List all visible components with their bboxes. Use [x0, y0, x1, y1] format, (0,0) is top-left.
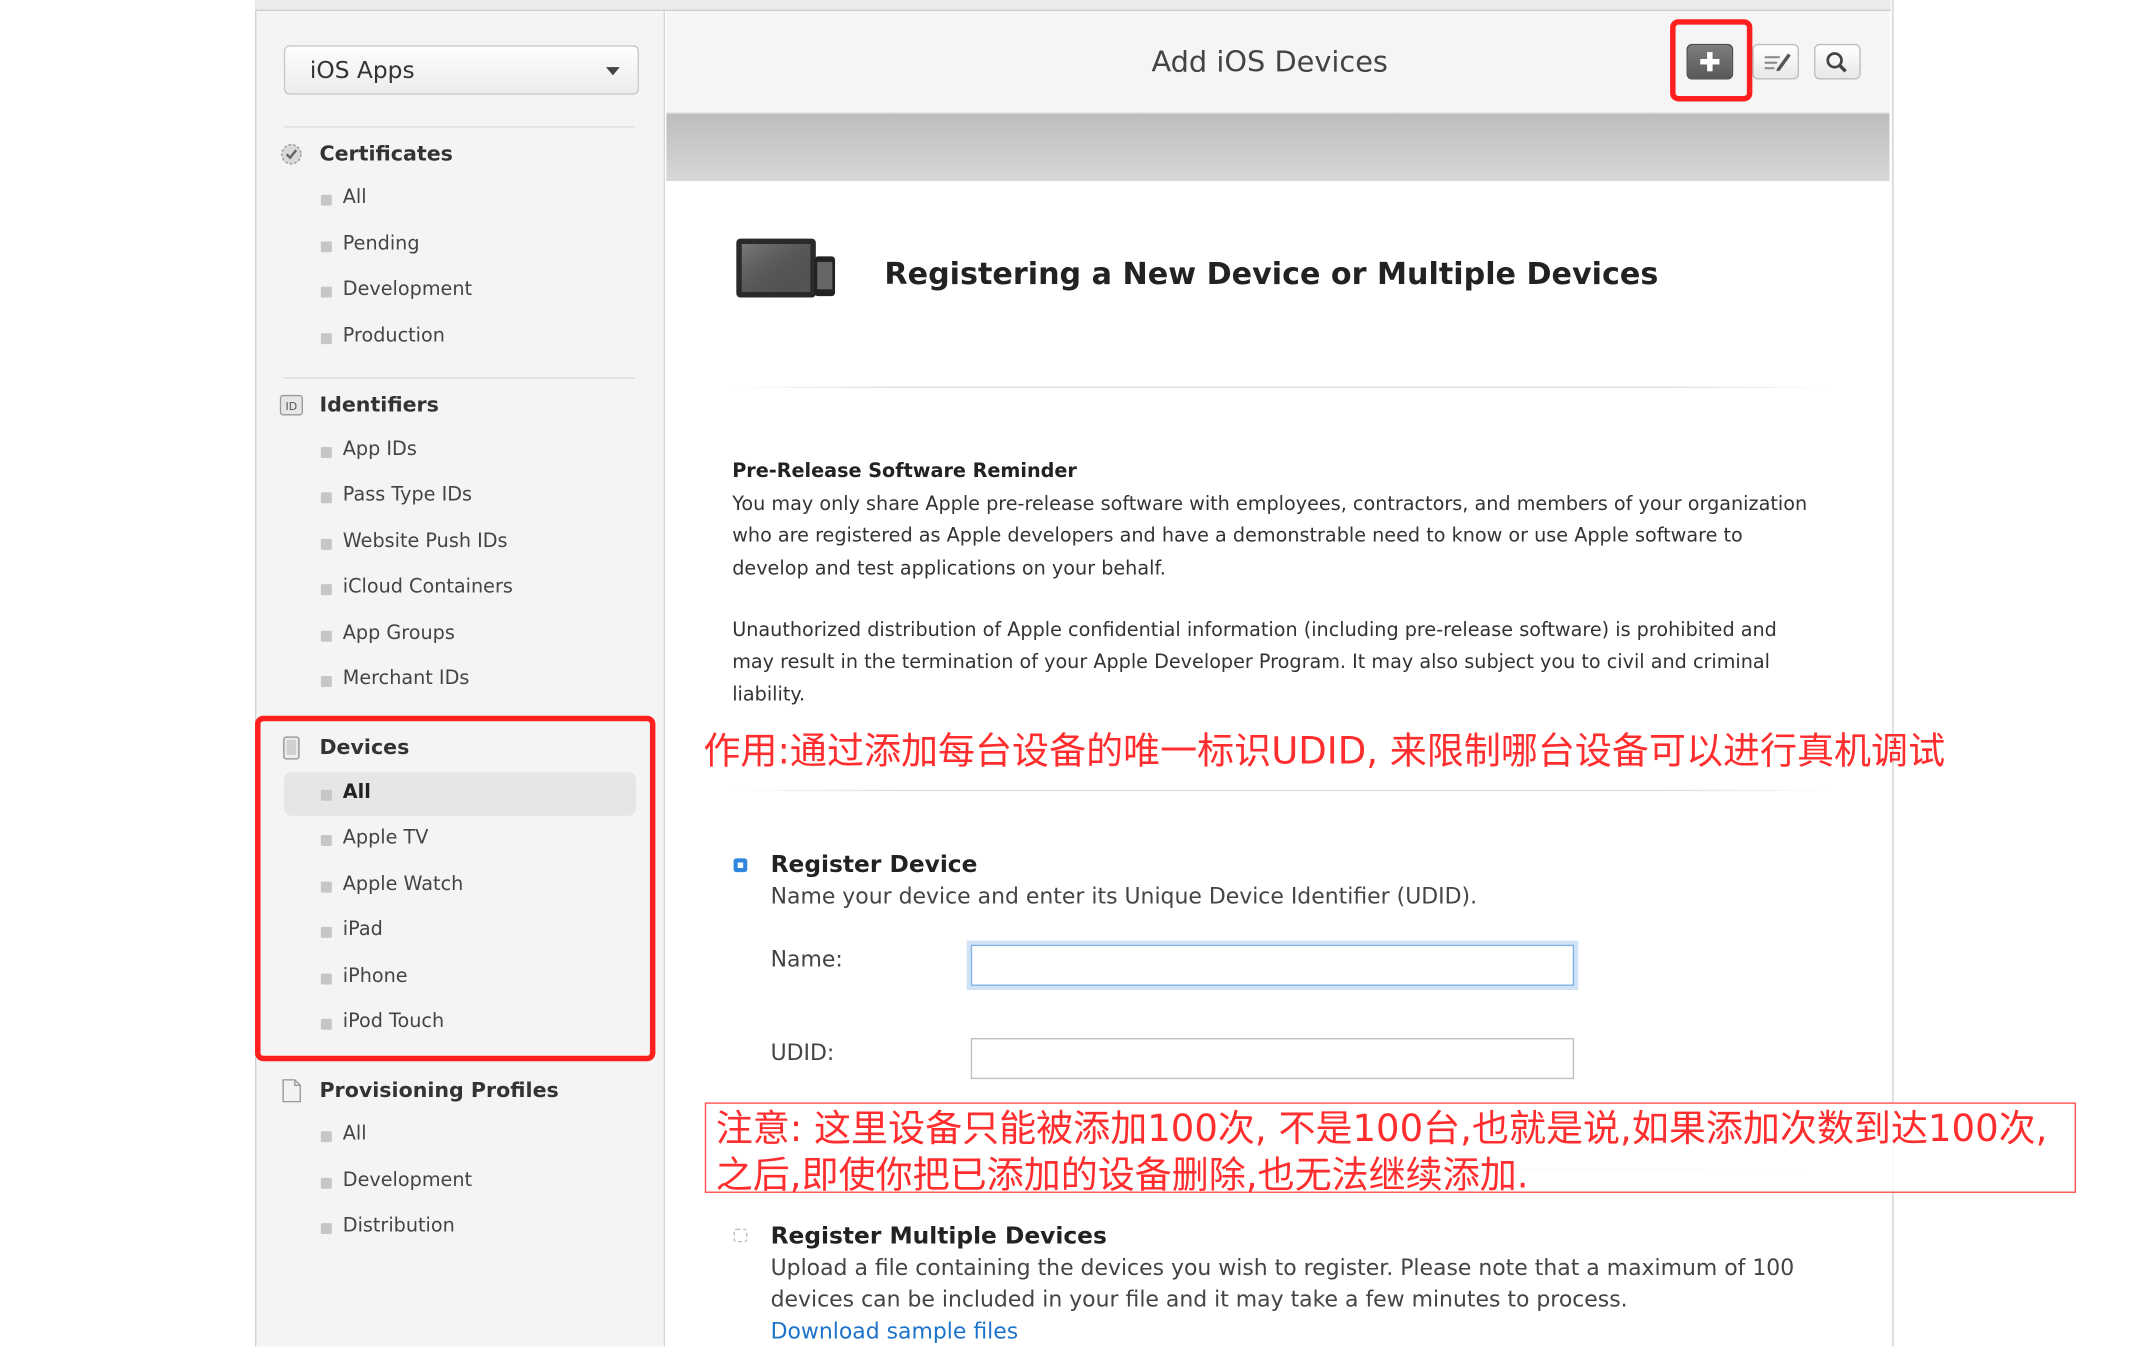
- certificate-icon: [281, 143, 302, 165]
- divider: [732, 386, 1830, 389]
- sidebar-item-label: All: [342, 1122, 367, 1145]
- bullet: [320, 194, 332, 206]
- udid-field[interactable]: [970, 1037, 1575, 1080]
- divider: [283, 377, 635, 379]
- sidebar-item-label: Distribution: [342, 1214, 455, 1237]
- sidebar-item-app-groups[interactable]: App Groups: [284, 613, 636, 657]
- search-icon: [1826, 52, 1847, 73]
- bullet: [320, 241, 332, 253]
- sidebar-item-app-ids[interactable]: App IDs: [284, 429, 636, 473]
- sidebar-item-certificates-all[interactable]: All: [284, 177, 636, 221]
- ipad-iphone-icon: [736, 238, 836, 298]
- bullet: [320, 1177, 332, 1189]
- sidebar-item-certificates-production[interactable]: Production: [284, 315, 636, 359]
- name-label: Name:: [770, 946, 843, 973]
- sidebar-item-label: Pass Type IDs: [342, 484, 473, 506]
- toolbar-strip: [666, 113, 1890, 181]
- sidebar-item-merchant-ids[interactable]: Merchant IDs: [284, 658, 636, 702]
- udid-label: UDID:: [770, 1039, 835, 1066]
- bullet: [320, 492, 332, 504]
- bullet: [320, 584, 332, 596]
- highlight-add-button: [1670, 19, 1753, 102]
- sidebar-item-website-push-ids[interactable]: Website Push IDs: [284, 521, 636, 565]
- annotation-limit-note: 注意: 这里设备只能被添加100次, 不是100台,也就是说,如果添加次数到达1…: [715, 1107, 2048, 1198]
- id-badge-icon: ID: [279, 394, 304, 416]
- document-icon: [282, 1079, 301, 1103]
- bullet: [320, 1223, 332, 1235]
- sidebar-item-label: App IDs: [342, 438, 417, 461]
- unauthorized-text: Unauthorized distribution of Apple confi…: [732, 619, 1777, 706]
- section-heading: Registering a New Device or Multiple Dev…: [884, 257, 1659, 293]
- annotation-note-box: 注意: 这里设备只能被添加100次, 不是100台,也就是说,如果添加次数到达1…: [704, 1102, 2076, 1197]
- section-title: Identifiers: [319, 392, 439, 417]
- svg-text:ID: ID: [286, 400, 298, 413]
- edit-icon: [1764, 53, 1791, 72]
- platform-dropdown-label: iOS Apps: [309, 57, 415, 86]
- bullet: [320, 1131, 332, 1143]
- sidebar-item-label: App Groups: [342, 622, 455, 645]
- chevron-down-icon: [606, 67, 620, 76]
- sidebar-item-label: Website Push IDs: [342, 530, 508, 553]
- reminder-text: You may only share Apple pre-release sof…: [732, 493, 1808, 580]
- sidebar-item-label: Production: [342, 324, 445, 347]
- sidebar-item-certificates-development[interactable]: Development: [284, 269, 636, 313]
- sidebar-item-label: All: [342, 186, 367, 209]
- bullet: [320, 286, 332, 298]
- sidebar-item-profiles-all[interactable]: All: [284, 1113, 636, 1157]
- sidebar-item-label: iCloud Containers: [342, 575, 513, 598]
- top-border: [255, 0, 1891, 11]
- section-title: Certificates: [319, 141, 453, 166]
- name-field[interactable]: [970, 944, 1575, 986]
- sidebar-item-icloud-containers[interactable]: iCloud Containers: [284, 566, 636, 610]
- reminder-title: Pre-Release Software Reminder: [732, 460, 1077, 483]
- platform-dropdown[interactable]: iOS Apps: [283, 45, 639, 95]
- register-device-radio[interactable]: [733, 858, 748, 873]
- edit-button[interactable]: [1752, 43, 1799, 80]
- bullet: [320, 675, 332, 687]
- download-sample-link[interactable]: Download sample files: [771, 1318, 1019, 1344]
- bullet: [320, 630, 332, 642]
- register-device-title: Register Device: [770, 851, 978, 879]
- bullet: [320, 333, 332, 345]
- bullet: [320, 447, 332, 458]
- annotation-purpose: 作用:通过添加每台设备的唯一标识UDID, 来限制哪台设备可以进行真机调试: [703, 730, 1946, 774]
- bullet: [320, 538, 332, 550]
- search-button[interactable]: [1814, 43, 1861, 80]
- section-title: Provisioning Profiles: [319, 1077, 559, 1103]
- sidebar-item-label: Pending: [342, 233, 420, 256]
- sidebar-item-label: Development: [342, 278, 473, 301]
- highlight-devices-section: [255, 715, 656, 1062]
- sidebar-item-pass-type-ids[interactable]: Pass Type IDs: [284, 474, 636, 518]
- sidebar-item-label: Development: [342, 1169, 473, 1192]
- register-multiple-radio[interactable]: [733, 1228, 748, 1243]
- register-multiple-title: Register Multiple Devices: [770, 1223, 1107, 1251]
- divider: [283, 126, 635, 128]
- sidebar: iOS Apps Certificates All Pending Develo…: [256, 10, 666, 1347]
- divider: [732, 789, 1830, 792]
- sidebar-item-profiles-distribution[interactable]: Distribution: [284, 1205, 636, 1249]
- sidebar-item-profiles-development[interactable]: Development: [284, 1160, 636, 1204]
- register-device-description: Name your device and enter its Unique De…: [770, 883, 1478, 910]
- register-multiple-description: Upload a file containing the devices you…: [770, 1254, 1795, 1313]
- sidebar-item-certificates-pending[interactable]: Pending: [284, 224, 636, 268]
- sidebar-item-label: Merchant IDs: [342, 667, 470, 690]
